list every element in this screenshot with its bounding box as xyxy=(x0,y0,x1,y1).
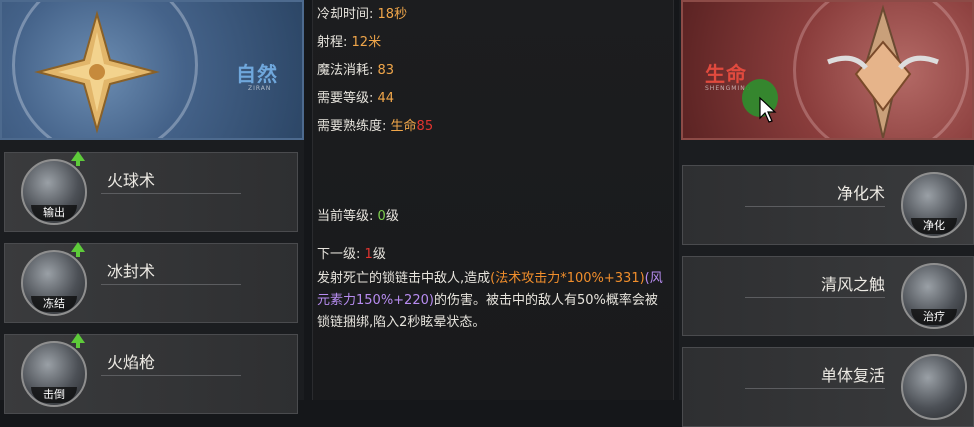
range-row: 射程: 12米 xyxy=(317,34,381,52)
mouse-cursor-icon xyxy=(759,96,777,123)
divider xyxy=(745,206,885,207)
range-value: 12米 xyxy=(351,35,382,50)
nature-title: 自然 xyxy=(236,62,278,86)
purify-skill-icon: 净化 xyxy=(901,172,967,238)
level-requirement-label: 需要等级: xyxy=(317,91,374,106)
skill-description: 发射死亡的锁链击中敌人,造成(法术攻击力*100%+331)(风元素力150%+… xyxy=(317,268,667,334)
skill-card-single-revive[interactable]: 单体复活 xyxy=(682,347,974,427)
mana-row: 魔法消耗: 83 xyxy=(317,62,394,80)
current-level-label: 当前等级: xyxy=(317,209,374,224)
revive-skill-icon xyxy=(901,354,967,420)
skill-name: 净化术 xyxy=(836,184,885,203)
skill-detail-panel xyxy=(312,0,674,400)
upgrade-arrow-icon xyxy=(71,151,85,166)
nature-emblem-icon xyxy=(34,10,160,134)
life-emblem-icon xyxy=(827,4,939,138)
frost-skill-icon: 冻结 xyxy=(21,250,87,316)
breeze-touch-skill-icon: 治疗 xyxy=(901,263,967,329)
skill-card-purify[interactable]: 净化 净化术 xyxy=(682,165,974,245)
divider xyxy=(745,388,885,389)
description-text-1: 发射死亡的锁链击中敌人,造成 xyxy=(317,271,491,286)
description-spell-damage: (法术攻击力*100%+331) xyxy=(490,271,645,286)
current-level-value: 0 xyxy=(377,209,386,224)
skill-tag: 冻结 xyxy=(31,296,77,312)
proficiency-value: 85 xyxy=(416,119,434,134)
mana-label: 魔法消耗: xyxy=(317,63,374,78)
next-level-value: 1 xyxy=(364,247,373,262)
proficiency-school: 生命 xyxy=(390,119,417,134)
divider xyxy=(745,297,885,298)
life-attribute-banner[interactable]: 生命 SHENGMING xyxy=(681,0,974,140)
skill-card-frost[interactable]: 冻结 冰封术 xyxy=(4,242,298,323)
divider xyxy=(101,284,241,285)
current-level-row: 当前等级: 0级 xyxy=(317,208,399,226)
nature-subtitle: ZIRAN xyxy=(248,85,272,92)
cooldown-row: 冷却时间: 18秒 xyxy=(317,6,407,24)
proficiency-requirement-row: 需要熟练度: 生命85 xyxy=(317,118,433,136)
upgrade-arrow-icon xyxy=(71,333,85,348)
flame-lance-skill-icon: 击倒 xyxy=(21,341,87,407)
fireball-skill-icon: 输出 xyxy=(21,159,87,225)
next-level-label: 下一级: xyxy=(317,247,361,262)
skill-tag: 击倒 xyxy=(31,387,77,403)
mana-value: 83 xyxy=(377,63,395,78)
upgrade-arrow-icon xyxy=(71,242,85,257)
skill-name: 清风之触 xyxy=(820,275,885,294)
next-level-unit: 级 xyxy=(372,247,386,262)
skill-card-flame-lance[interactable]: 击倒 火焰枪 xyxy=(4,333,298,414)
proficiency-requirement-label: 需要熟练度: xyxy=(317,119,387,134)
skill-card-breeze-touch[interactable]: 治疗 清风之触 xyxy=(682,256,974,336)
cooldown-value: 18秒 xyxy=(377,7,408,22)
skill-tag: 治疗 xyxy=(911,309,957,325)
level-requirement-row: 需要等级: 44 xyxy=(317,90,394,108)
cooldown-label: 冷却时间: xyxy=(317,7,374,22)
divider xyxy=(101,193,241,194)
divider xyxy=(101,375,241,376)
skill-name: 火球术 xyxy=(107,171,156,190)
skill-name: 单体复活 xyxy=(820,366,885,385)
current-level-unit: 级 xyxy=(385,209,399,224)
range-label: 射程: xyxy=(317,35,348,50)
skill-tag: 净化 xyxy=(911,218,957,234)
life-title: 生命 xyxy=(705,62,747,86)
skill-card-fireball[interactable]: 输出 火球术 xyxy=(4,151,298,232)
skill-tag: 输出 xyxy=(31,205,77,221)
next-level-row: 下一级: 1级 xyxy=(317,246,386,264)
skill-name: 火焰枪 xyxy=(107,353,156,372)
level-requirement-value: 44 xyxy=(377,91,395,106)
skill-name: 冰封术 xyxy=(107,262,156,281)
nature-attribute-banner[interactable]: 自然 ZIRAN xyxy=(0,0,304,140)
